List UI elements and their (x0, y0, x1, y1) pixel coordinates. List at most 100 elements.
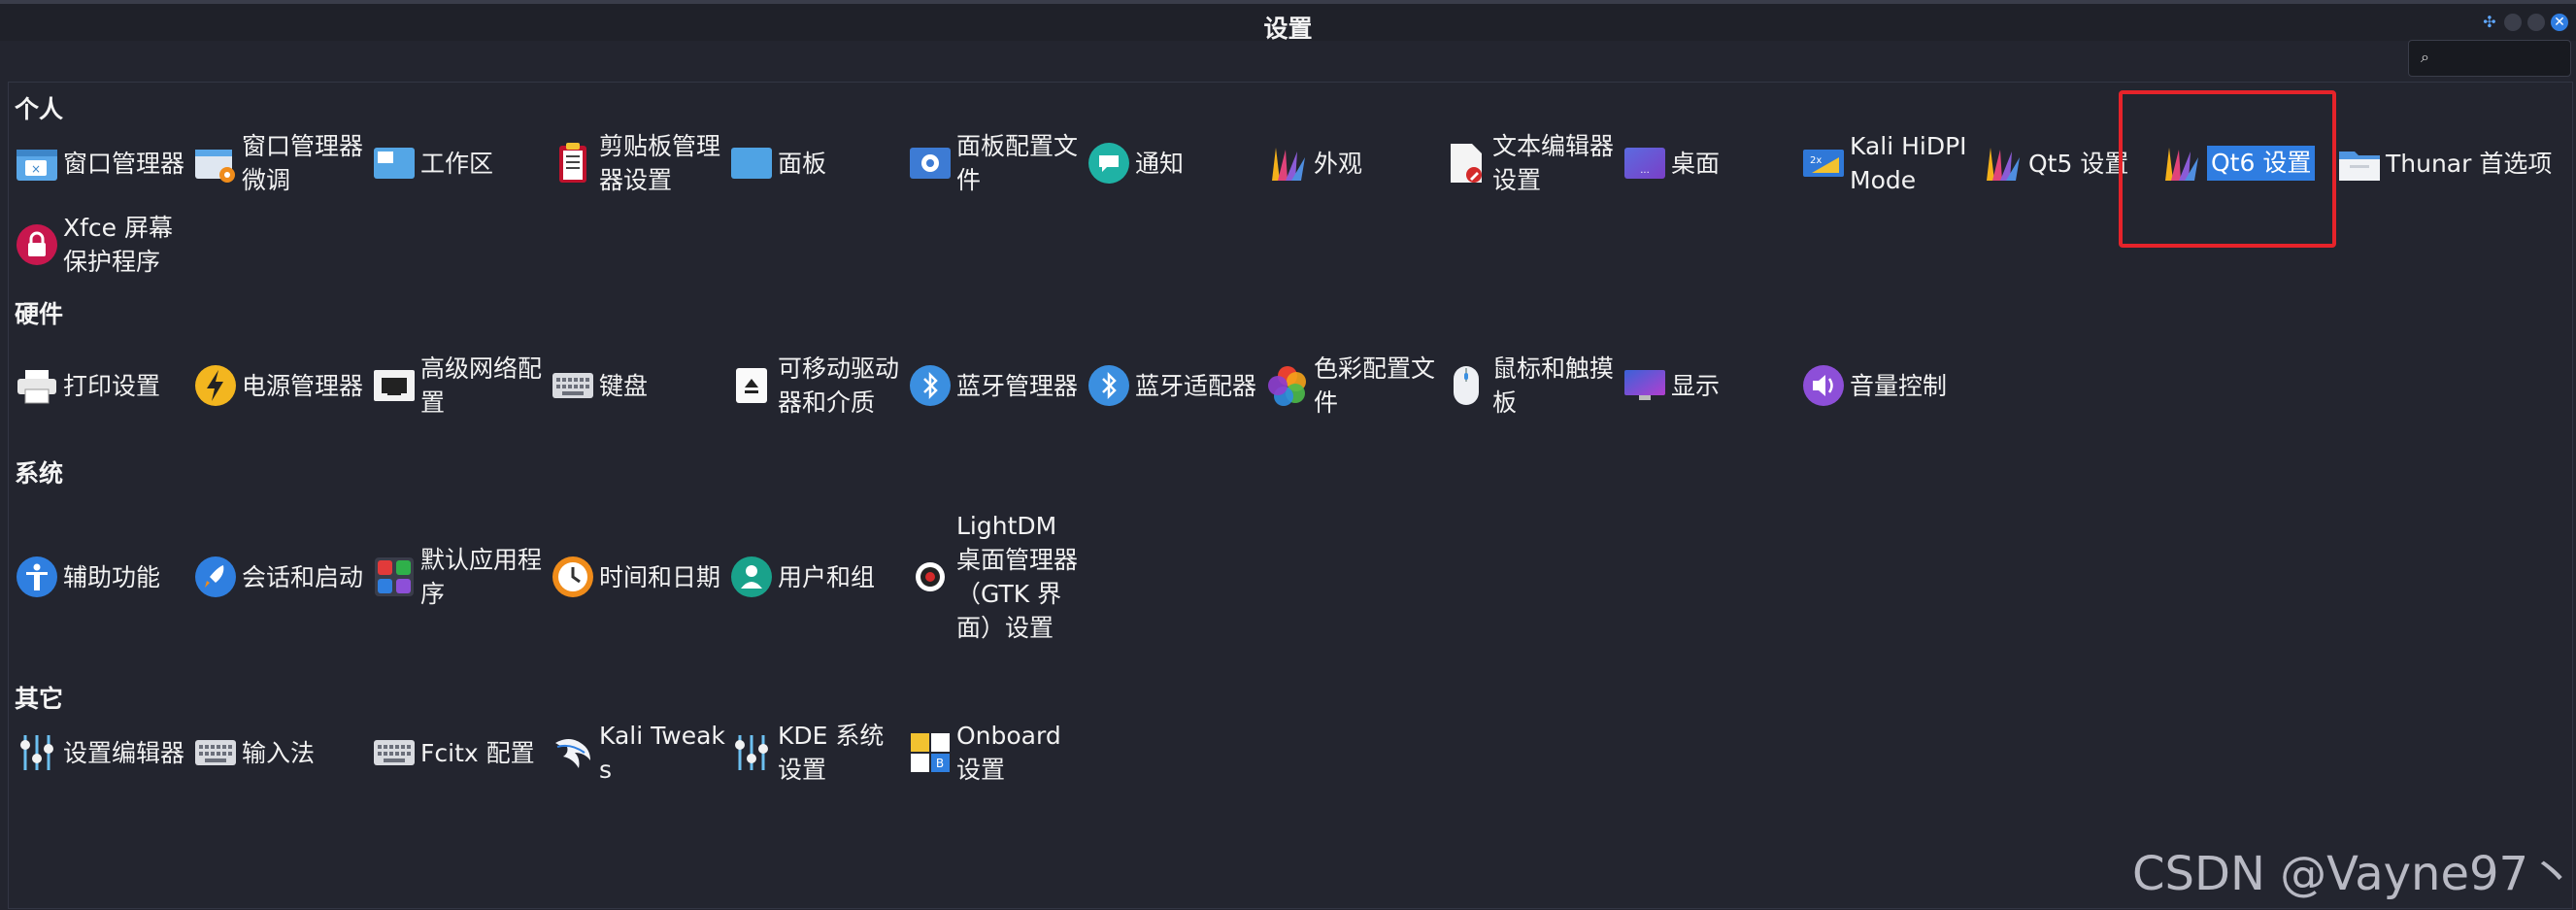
settings-item-network[interactable]: 高级网络配置 (372, 351, 551, 421)
settings-item-label: 时间和日期 (599, 562, 721, 591)
window-controls: ✣ ✕ (2481, 14, 2568, 31)
settings-item-kali-hidpi[interactable]: 2x Kali HiDPI Mode (1801, 128, 1980, 198)
settings-item-accessibility[interactable]: 辅助功能 (15, 542, 193, 612)
settings-item-label: 辅助功能 (63, 562, 161, 591)
settings-item-desktop[interactable]: ... 桌面 (1623, 128, 1801, 198)
settings-item-label: 键盘 (599, 371, 649, 400)
settings-item-label: Fcitx 配置 (420, 738, 535, 767)
settings-item-label: Kali Tweaks (599, 722, 725, 784)
search-icon: ⌕ (2421, 48, 2429, 66)
panel-icon (729, 141, 774, 185)
settings-item-label: 面板 (778, 149, 827, 178)
network-icon (372, 363, 417, 408)
settings-item-label: 电源管理器 (242, 371, 364, 400)
panel-profiles-icon (908, 141, 953, 185)
settings-item-label: 鼠标和触摸板 (1492, 354, 1615, 417)
input-method-keyboard-icon (193, 730, 238, 775)
settings-item-label: 输入法 (242, 738, 316, 767)
session-rocket-icon (193, 555, 238, 599)
title-bar: 设置 ✣ ✕ (0, 4, 2576, 43)
settings-item-settings-editor[interactable]: 设置编辑器 (15, 718, 193, 788)
settings-item-label: Thunar 首选项 (2386, 149, 2553, 178)
settings-item-users[interactable]: 用户和组 (729, 542, 908, 612)
settings-item-printer[interactable]: 打印设置 (15, 351, 193, 421)
appearance-icon (1265, 141, 1310, 185)
settings-item-power[interactable]: 电源管理器 (193, 351, 372, 421)
settings-item-keyboard[interactable]: 键盘 (551, 351, 729, 421)
clock-icon (551, 555, 595, 599)
settings-item-session[interactable]: 会话和启动 (193, 542, 372, 612)
settings-item-label: 可移动驱动器和介质 (778, 354, 900, 417)
clipboard-icon (551, 141, 595, 185)
category-personal: 个人 (15, 95, 64, 123)
svg-text:2x: 2x (1810, 155, 1822, 166)
qt5-icon (1980, 141, 2024, 185)
watermark: CSDN @Vayne97丶 (2132, 847, 2576, 901)
settings-item-onboard[interactable]: B Onboard 设置 (908, 718, 1087, 788)
window-title: 设置 (1263, 15, 1313, 43)
annotation-highlight-box (2119, 90, 2336, 248)
settings-item-lightdm[interactable]: LightDM 桌面管理器（GTK 界面）设置 (908, 491, 1087, 662)
svg-text:...: ... (1640, 165, 1650, 176)
settings-item-color-profiles[interactable]: 色彩配置文件 (1265, 351, 1444, 421)
maximize-button[interactable] (2527, 14, 2545, 31)
settings-item-mouse[interactable]: 鼠标和触摸板 (1444, 351, 1623, 421)
settings-item-removable-drives[interactable]: 可移动驱动器和介质 (729, 334, 908, 437)
search-input[interactable] (2444, 45, 2564, 72)
category-hardware: 硬件 (15, 300, 64, 328)
settings-editor-icon (15, 730, 59, 775)
pin-icon[interactable]: ✣ (2481, 14, 2498, 31)
settings-item-bluetooth-adapter[interactable]: 蓝牙适配器 (1087, 351, 1265, 421)
settings-item-workspaces[interactable]: 工作区 (372, 128, 551, 198)
settings-item-display[interactable]: 显示 (1623, 351, 1801, 421)
settings-item-label: 打印设置 (63, 371, 161, 400)
settings-item-notifications[interactable]: 通知 (1087, 128, 1265, 198)
bluetooth-icon (908, 363, 953, 408)
settings-item-window-manager[interactable]: × 窗口管理器 (15, 128, 193, 198)
settings-item-label: 面板配置文件 (956, 132, 1079, 194)
settings-item-label: 会话和启动 (242, 562, 364, 591)
settings-item-screensaver[interactable]: Xfce 屏幕保护程序 (15, 210, 193, 280)
users-icon (729, 555, 774, 599)
settings-item-window-tweaks[interactable]: 窗口管理器微调 (193, 128, 372, 198)
screensaver-lock-icon (15, 222, 59, 267)
printer-icon (15, 363, 59, 408)
onboard-icon: B (908, 730, 953, 775)
settings-item-panel[interactable]: 面板 (729, 128, 908, 198)
settings-item-kde-settings[interactable]: KDE 系统设置 (729, 718, 908, 788)
default-apps-icon (372, 555, 417, 599)
settings-item-appearance[interactable]: 外观 (1265, 128, 1444, 198)
power-icon (193, 363, 238, 408)
svg-text:×: × (31, 162, 41, 176)
settings-item-label: 窗口管理器微调 (242, 132, 364, 194)
settings-item-input-method[interactable]: 输入法 (193, 718, 372, 788)
accessibility-icon (15, 555, 59, 599)
settings-item-label: 蓝牙适配器 (1135, 371, 1257, 400)
search-field[interactable]: ⌕ (2408, 40, 2571, 77)
settings-item-kali-tweaks[interactable]: Kali Tweaks (551, 718, 729, 788)
settings-item-label: 剪贴板管理器设置 (599, 132, 721, 194)
close-button[interactable]: ✕ (2551, 14, 2568, 31)
settings-item-clipboard[interactable]: 剪贴板管理器设置 (551, 128, 729, 198)
settings-item-fcitx[interactable]: Fcitx 配置 (372, 718, 551, 788)
settings-item-time-date[interactable]: 时间和日期 (551, 542, 729, 612)
settings-item-label: KDE 系统设置 (778, 722, 885, 784)
settings-item-label: 高级网络配置 (420, 354, 543, 417)
settings-item-volume[interactable]: 音量控制 (1801, 351, 1980, 421)
keyboard-icon (551, 363, 595, 408)
display-icon (1623, 363, 1667, 408)
settings-item-bluetooth[interactable]: 蓝牙管理器 (908, 351, 1087, 421)
settings-item-label: Qt5 设置 (2028, 149, 2129, 178)
settings-item-panel-profiles[interactable]: 面板配置文件 (908, 128, 1087, 198)
color-profile-icon (1265, 363, 1310, 408)
settings-item-label: 用户和组 (778, 562, 876, 591)
settings-item-default-apps[interactable]: 默认应用程序 (372, 542, 551, 612)
settings-item-label: Onboard 设置 (956, 722, 1061, 784)
bluetooth-adapter-icon (1087, 363, 1131, 408)
minimize-button[interactable] (2504, 14, 2522, 31)
settings-item-label: Kali HiDPI Mode (1850, 132, 1967, 194)
volume-icon (1801, 363, 1846, 408)
settings-item-thunar[interactable]: Thunar 首选项 (2337, 128, 2570, 198)
settings-item-text-editor[interactable]: 文本编辑器设置 (1444, 128, 1623, 198)
settings-item-label: 色彩配置文件 (1314, 354, 1436, 417)
